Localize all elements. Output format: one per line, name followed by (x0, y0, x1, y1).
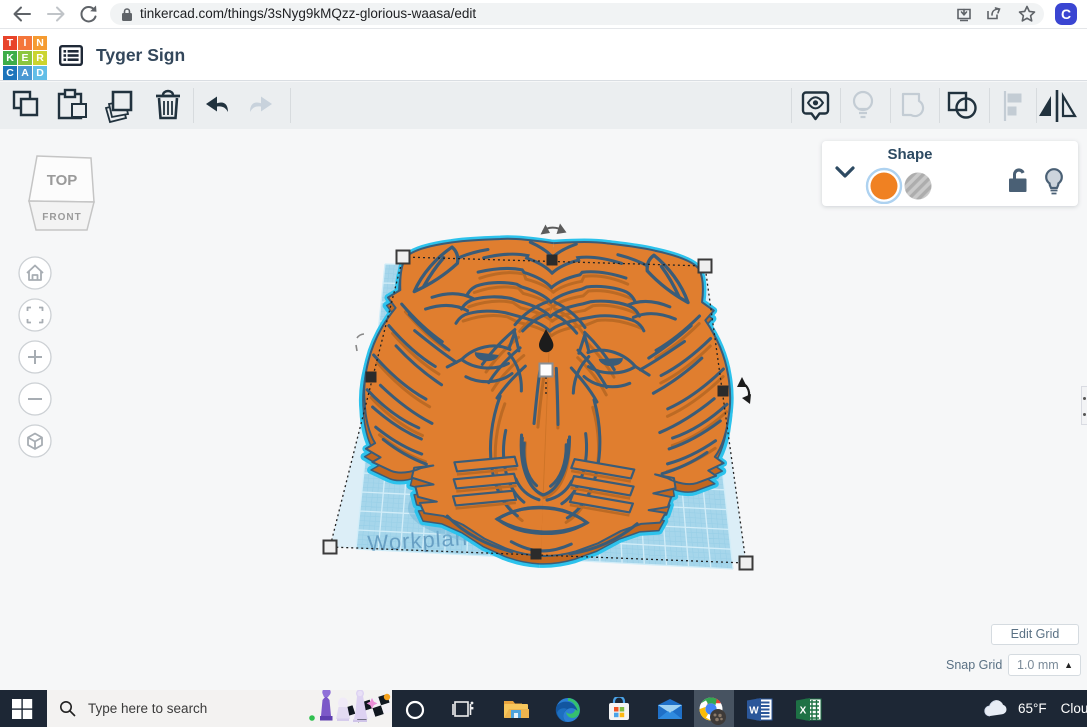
svg-text:X: X (800, 706, 807, 717)
svg-text:FRONT: FRONT (42, 212, 81, 223)
svg-text:W: W (749, 706, 759, 717)
svg-text:TOP: TOP (47, 172, 78, 189)
